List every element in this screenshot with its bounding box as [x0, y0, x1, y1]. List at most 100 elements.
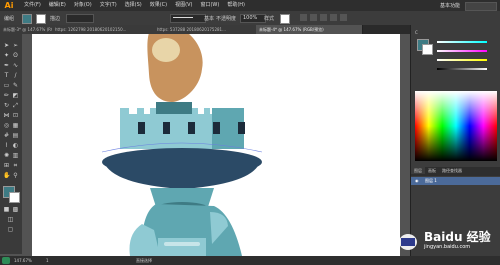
menu-item-window[interactable]: 窗口(W): [196, 0, 223, 11]
tab-document-4[interactable]: 未标题-4* @ 147.67% (RGB/预览): [256, 25, 363, 34]
menu-item-view[interactable]: 视图(V): [171, 0, 196, 11]
stroke-color-box[interactable]: [9, 192, 20, 203]
arrange-icon[interactable]: [330, 14, 337, 21]
selection-tool-icon[interactable]: ➤: [3, 42, 10, 49]
handle-band: [158, 238, 206, 256]
layer-row[interactable]: ◉ 图层 1: [411, 177, 500, 185]
tab-artboards[interactable]: 画板: [425, 167, 439, 174]
menu-item-edit[interactable]: 编辑(E): [45, 0, 70, 11]
shape-builder-tool-icon[interactable]: ◎: [3, 122, 10, 129]
isolate-icon[interactable]: [320, 14, 327, 21]
hand-tool-icon[interactable]: ✋: [3, 172, 10, 179]
cyan-slider[interactable]: [437, 41, 487, 43]
eraser-tool-icon[interactable]: ◩: [12, 92, 19, 99]
page-number[interactable]: 1: [46, 257, 49, 264]
zoom-level[interactable]: 147.67%: [14, 257, 32, 264]
stroke-label: 描边: [50, 16, 61, 22]
direct-selection-tool-icon[interactable]: ➢: [12, 42, 19, 49]
flame-highlight[interactable]: [152, 38, 180, 62]
status-bar: 147.67% 1 直接选择: [0, 256, 500, 265]
style-label: 样式: [264, 16, 275, 22]
eyedropper-tool-icon[interactable]: ⌇: [3, 142, 10, 149]
torch-bowl-bottom[interactable]: [104, 162, 260, 189]
tools-panel: ➤ ➢ ✦ ʘ ✒ ∿ T / ▭ ✎ ✏ ◩ ↻ ⤢ ⋈ ⊡ ◎ ▦ # ▤ …: [0, 34, 23, 254]
opacity-field[interactable]: 100%: [240, 14, 266, 23]
stroke-weight-field[interactable]: [66, 14, 94, 23]
layer-name: 图层 1: [425, 178, 437, 183]
screen-mode-icon[interactable]: ▢: [7, 226, 14, 233]
canvas-area[interactable]: [22, 34, 410, 256]
window-5: [238, 122, 245, 134]
selection-type-label: 编组: [4, 16, 15, 22]
tab-document-2[interactable]: https: 1262798 20180620102150...: [52, 25, 159, 34]
width-tool-icon[interactable]: ⋈: [3, 112, 10, 119]
symbol-sprayer-tool-icon[interactable]: ✺: [3, 152, 10, 159]
black-slider[interactable]: [437, 68, 487, 70]
style-swatch[interactable]: [280, 14, 290, 24]
menu-item-type[interactable]: 文字(T): [96, 0, 121, 11]
align-icon[interactable]: [300, 14, 307, 21]
gradient-tool-icon[interactable]: ▤: [12, 132, 19, 139]
rectangle-tool-icon[interactable]: ▭: [3, 82, 10, 89]
workspace-switcher[interactable]: 基本功能: [440, 2, 460, 9]
stroke-style-select[interactable]: [170, 14, 206, 23]
fill-swatch[interactable]: [22, 14, 32, 24]
window-1: [138, 122, 145, 134]
opacity-label: 不透明度: [216, 16, 237, 22]
tab-document-1[interactable]: 未标题-3* @ 147.67% (RGB/...: [0, 25, 57, 34]
color-mode-icon[interactable]: ■: [3, 206, 10, 213]
gradient-mode-icon[interactable]: ▩: [12, 206, 19, 213]
free-transform-tool-icon[interactable]: ⊡: [12, 112, 19, 119]
pencil-tool-icon[interactable]: ✏: [3, 92, 10, 99]
control-bar: 编组 描边 基本 不透明度 100% 样式: [0, 11, 500, 26]
perspective-grid-tool-icon[interactable]: ▦: [12, 122, 19, 129]
tab-layers[interactable]: 图层: [411, 167, 425, 174]
slice-tool-icon[interactable]: ⌗: [12, 162, 19, 169]
artwork: [101, 34, 263, 256]
panel-stroke-swatch[interactable]: [422, 44, 433, 55]
stroke-swatch[interactable]: [36, 14, 46, 24]
rotate-tool-icon[interactable]: ↻: [3, 102, 10, 109]
search-input[interactable]: [465, 2, 497, 11]
artboard[interactable]: [32, 34, 400, 256]
type-tool-icon[interactable]: T: [3, 72, 10, 79]
menu-bar: Ai 文件(F) 编辑(E) 对象(O) 文字(T) 选择(S) 效果(C) 视…: [0, 0, 500, 11]
tab-document-3[interactable]: https: 537288 20180620175281...: [154, 25, 261, 34]
watermark-text: Baidu 经验: [424, 230, 491, 244]
tab-pathfinder[interactable]: 路径查找器: [439, 167, 465, 174]
pen-tool-icon[interactable]: ✒: [3, 62, 10, 69]
eye-icon[interactable]: ◉: [415, 177, 419, 184]
current-tool-label: 直接选择: [136, 258, 152, 263]
transform-icon[interactable]: [310, 14, 317, 21]
line-tool-icon[interactable]: /: [12, 72, 19, 79]
menu-items: 文件(F) 编辑(E) 对象(O) 文字(T) 选择(S) 效果(C) 视图(V…: [20, 0, 249, 11]
zoom-tool-icon[interactable]: ⚲: [12, 172, 19, 179]
mesh-tool-icon[interactable]: #: [3, 132, 10, 139]
column-graph-tool-icon[interactable]: ▥: [12, 152, 19, 159]
draw-mode-icon[interactable]: ◫: [7, 216, 14, 223]
torch-cup[interactable]: [156, 102, 192, 116]
lasso-tool-icon[interactable]: ʘ: [12, 52, 19, 59]
magenta-slider[interactable]: [437, 50, 487, 52]
app-logo: Ai: [4, 1, 14, 10]
menu-item-object[interactable]: 对象(O): [70, 0, 96, 11]
color-panel-label: C: [415, 30, 418, 35]
status-app-icon: [2, 257, 10, 264]
right-panels: C 图层 画板 路径查找器 ◉ 图层 1: [410, 25, 500, 256]
curvature-tool-icon[interactable]: ∿: [12, 62, 19, 69]
yellow-slider[interactable]: [437, 59, 487, 61]
stroke-style-label: 基本: [204, 16, 215, 22]
scale-tool-icon[interactable]: ⤢: [12, 102, 19, 109]
paintbrush-tool-icon[interactable]: ✎: [12, 82, 19, 89]
color-spectrum[interactable]: [415, 91, 497, 161]
menu-item-help[interactable]: 帮助(H): [223, 0, 249, 11]
handle-gloss: [164, 242, 200, 246]
menu-item-file[interactable]: 文件(F): [20, 0, 45, 11]
blend-tool-icon[interactable]: ◐: [12, 142, 19, 149]
menu-item-effect[interactable]: 效果(C): [146, 0, 171, 11]
window-2: [163, 122, 170, 134]
artboard-tool-icon[interactable]: ⊞: [3, 162, 10, 169]
distribute-icon[interactable]: [340, 14, 347, 21]
magic-wand-tool-icon[interactable]: ✦: [3, 52, 10, 59]
menu-item-select[interactable]: 选择(S): [121, 0, 146, 11]
